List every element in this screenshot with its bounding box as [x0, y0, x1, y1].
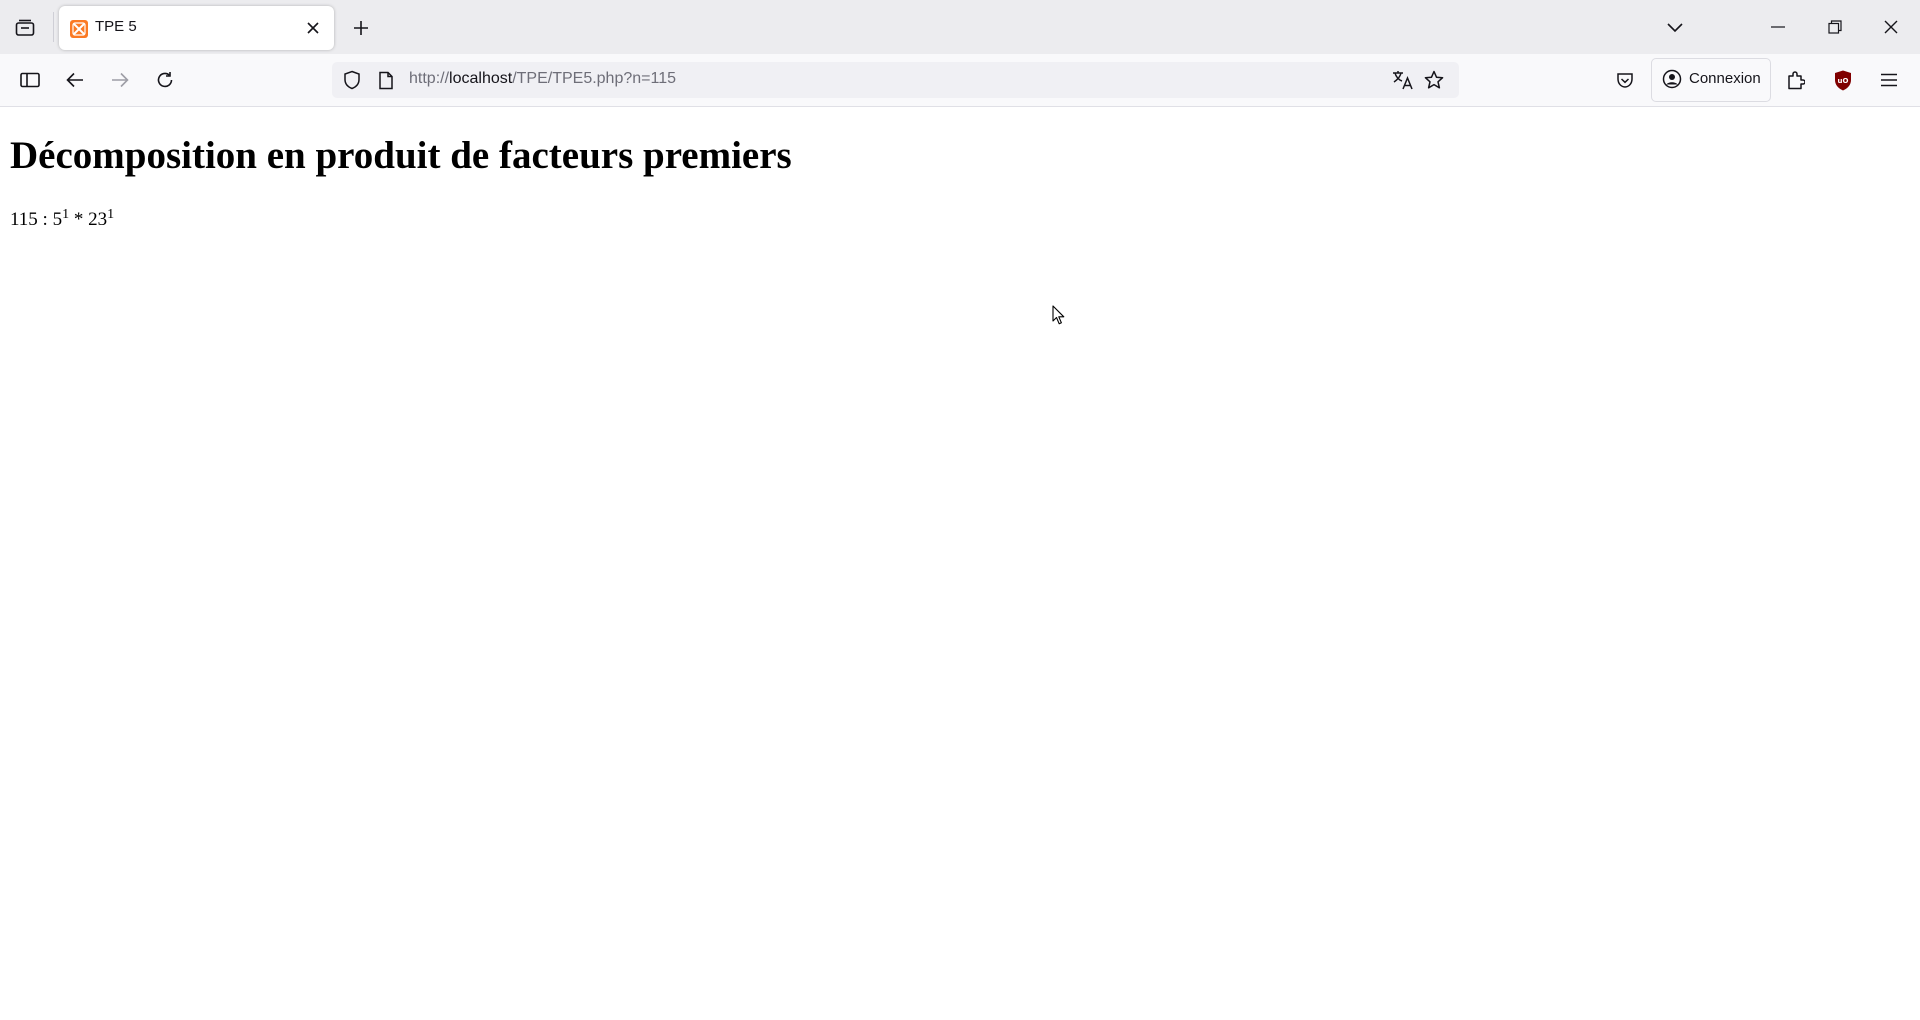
- hamburger-menu-icon: [1881, 73, 1897, 87]
- url-path: /TPE/TPE5.php?n=115: [512, 70, 676, 87]
- navigation-toolbar: http://localhost/TPE/TPE5.php?n=115 Conn…: [0, 54, 1920, 107]
- pocket-icon: [1617, 72, 1633, 88]
- tracking-protection-button[interactable]: [340, 68, 364, 92]
- tab-strip: TPE 5: [0, 0, 1920, 54]
- tabbar-separator: [53, 12, 54, 42]
- result-number: 115: [10, 209, 38, 230]
- account-button[interactable]: Connexion: [1651, 58, 1771, 102]
- account-icon: [1662, 69, 1682, 89]
- result-separator: :: [37, 209, 53, 230]
- page-icon: [379, 71, 393, 89]
- list-all-tabs-button[interactable]: [1660, 14, 1690, 42]
- chevron-down-icon: [1667, 23, 1683, 33]
- star-icon: [1424, 70, 1444, 89]
- minimize-button[interactable]: [1758, 8, 1798, 46]
- factorization-result: 115 : 51 * 231: [10, 207, 115, 231]
- plus-icon: [354, 21, 368, 35]
- close-icon: [307, 22, 319, 34]
- forward-button[interactable]: [104, 64, 136, 96]
- factor-exponent: 1: [107, 207, 115, 222]
- close-icon: [1884, 20, 1898, 34]
- site-info-button[interactable]: [374, 68, 398, 92]
- url-text[interactable]: http://localhost/TPE/TPE5.php?n=115: [409, 70, 676, 88]
- restore-icon: [1828, 20, 1842, 34]
- puzzle-icon: [1788, 71, 1805, 90]
- tab-close-button[interactable]: [302, 17, 324, 39]
- restore-button[interactable]: [1815, 8, 1855, 46]
- shield-icon: [344, 70, 360, 90]
- account-label: Connexion: [1689, 70, 1761, 87]
- sidebar-button[interactable]: [14, 64, 46, 96]
- factor-base: 5: [52, 209, 63, 230]
- url-host: localhost: [449, 70, 513, 87]
- firefox-view-icon: [15, 19, 35, 36]
- tab-title: TPE 5: [95, 18, 137, 35]
- translate-icon: [1393, 71, 1413, 90]
- firefox-view-button[interactable]: [12, 15, 38, 41]
- svg-text:uO: uO: [1838, 77, 1849, 85]
- ublock-origin-icon: uO: [1835, 70, 1851, 90]
- factor-base: 23: [88, 209, 108, 230]
- page-heading: Décomposition en produit de facteurs pre…: [10, 134, 792, 177]
- arrow-right-icon: [112, 72, 129, 88]
- arrow-left-icon: [66, 72, 83, 88]
- reload-icon: [157, 72, 173, 88]
- pocket-button[interactable]: [1609, 64, 1641, 96]
- minimize-icon: [1771, 26, 1785, 28]
- new-tab-button[interactable]: [347, 14, 375, 42]
- mouse-cursor-icon: [1052, 305, 1065, 325]
- extensions-button[interactable]: [1780, 64, 1812, 96]
- reload-button[interactable]: [149, 64, 181, 96]
- result-operator: *: [69, 209, 89, 230]
- translate-button[interactable]: [1391, 68, 1415, 92]
- bookmark-star-button[interactable]: [1422, 68, 1446, 92]
- url-prefix: http://: [409, 70, 450, 87]
- menu-button[interactable]: [1873, 64, 1905, 96]
- ublock-origin-button[interactable]: uO: [1827, 64, 1859, 96]
- address-bar[interactable]: http://localhost/TPE/TPE5.php?n=115: [332, 62, 1459, 98]
- window-close-button[interactable]: [1871, 8, 1911, 46]
- xampp-icon: [70, 20, 88, 38]
- page-content: Décomposition en produit de facteurs pre…: [0, 107, 1920, 1020]
- sidebar-icon: [20, 72, 40, 88]
- back-button[interactable]: [59, 64, 91, 96]
- tab-tpe5[interactable]: TPE 5: [59, 6, 334, 50]
